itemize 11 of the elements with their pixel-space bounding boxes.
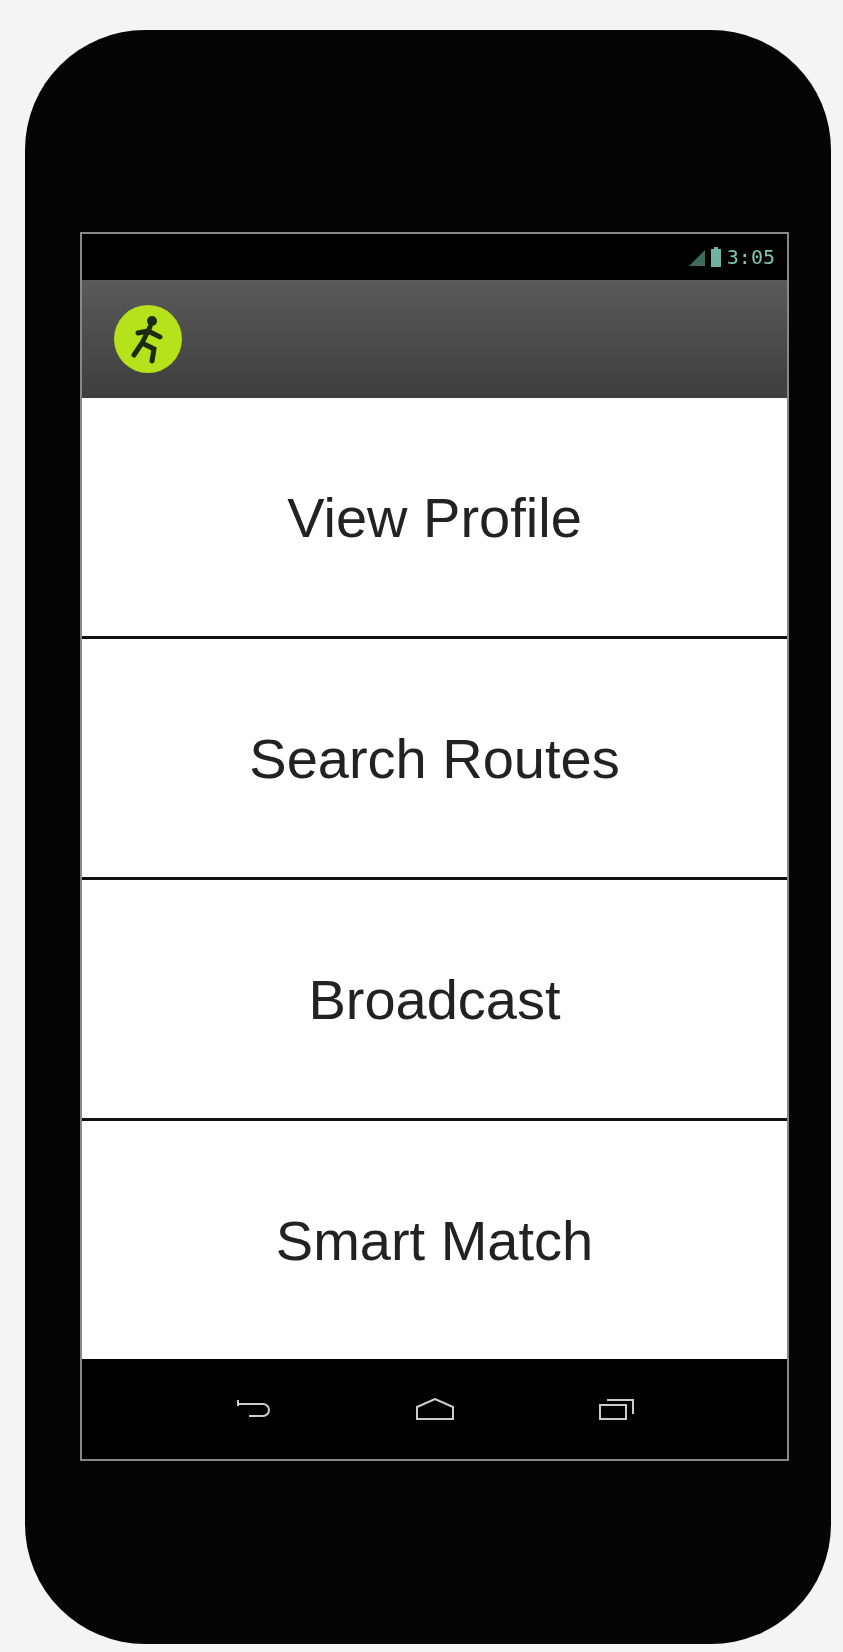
back-icon[interactable] bbox=[234, 1398, 271, 1420]
menu-item[interactable]: Search Routes bbox=[82, 639, 787, 877]
menu-item[interactable]: Broadcast bbox=[82, 880, 787, 1118]
runner-logo-icon bbox=[112, 303, 184, 375]
clock-time: 3:05 bbox=[726, 245, 775, 269]
battery-icon bbox=[710, 247, 721, 267]
recent-apps-icon[interactable] bbox=[598, 1398, 635, 1420]
signal-icon bbox=[688, 248, 705, 266]
menu-item[interactable]: Smart Match bbox=[82, 1121, 787, 1359]
menu-item[interactable]: View Profile bbox=[82, 398, 787, 636]
home-icon[interactable] bbox=[415, 1398, 454, 1420]
